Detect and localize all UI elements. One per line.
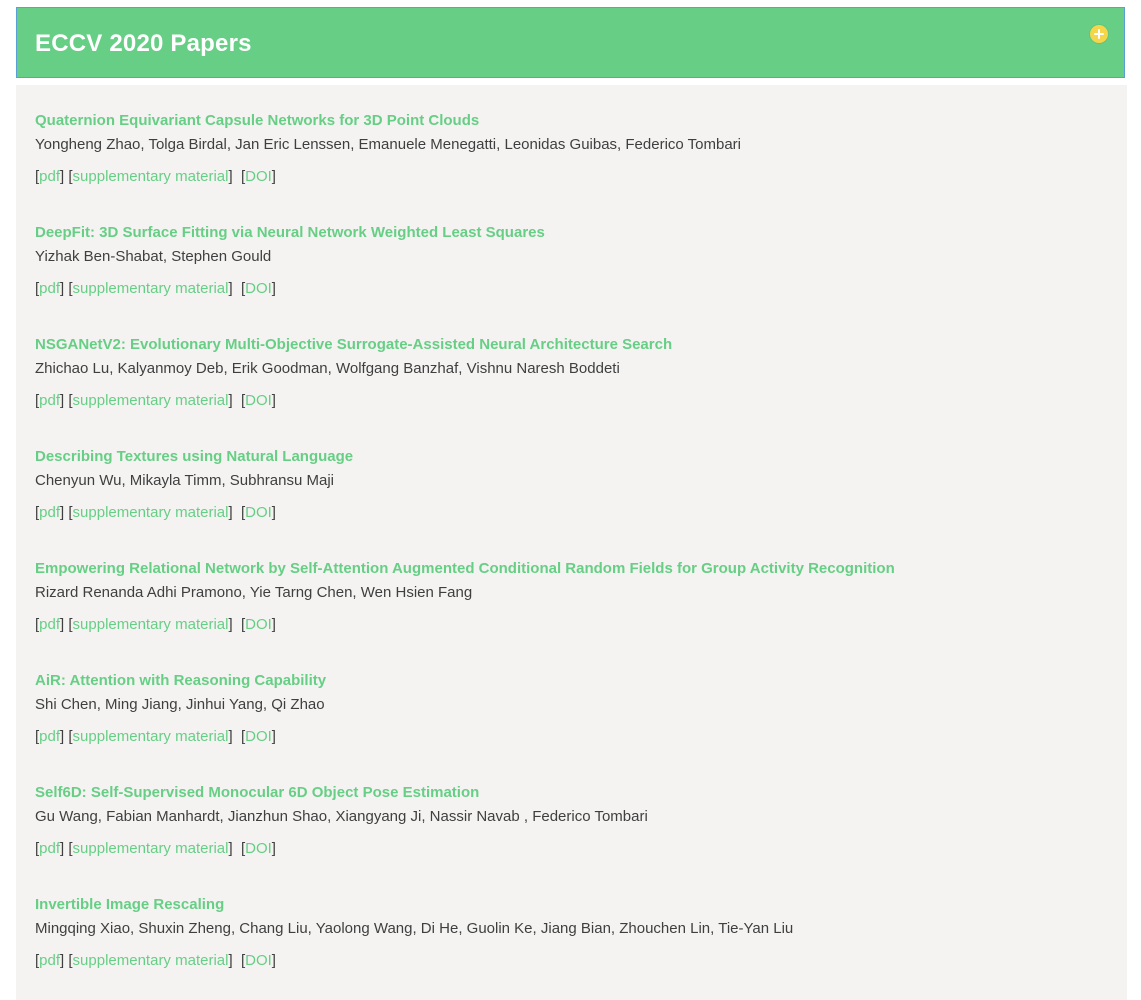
supplementary-material-link[interactable]: supplementary material xyxy=(73,616,229,633)
paper-title-link[interactable]: Describing Textures using Natural Langua… xyxy=(35,447,1095,467)
bracket: ] xyxy=(271,616,276,633)
paper-title-link[interactable]: NSGANetV2: Evolutionary Multi-Objective … xyxy=(35,335,1095,355)
bracket: ] [ xyxy=(228,504,246,521)
paper-links: [pdf] [supplementary material] [DOI] xyxy=(35,839,1095,859)
bracket: ] xyxy=(271,728,276,745)
bracket: ] [ xyxy=(60,952,73,969)
paper-list-panel: Quaternion Equivariant Capsule Networks … xyxy=(16,85,1127,1000)
bracket: ] [ xyxy=(60,840,73,857)
bracket: ] [ xyxy=(60,504,73,521)
header-bar: ECCV 2020 Papers xyxy=(16,7,1125,78)
doi-link[interactable]: DOI xyxy=(245,504,272,521)
paper-authors: Gu Wang, Fabian Manhardt, Jianzhun Shao,… xyxy=(35,808,648,825)
supplementary-material-link[interactable]: supplementary material xyxy=(73,392,229,409)
bracket: ] xyxy=(271,168,276,185)
pdf-link[interactable]: pdf xyxy=(39,280,60,297)
supplementary-material-link[interactable]: supplementary material xyxy=(73,728,229,745)
paper-item: Self6D: Self-Supervised Monocular 6D Obj… xyxy=(35,783,1095,859)
bracket: ] xyxy=(271,392,276,409)
pdf-link[interactable]: pdf xyxy=(39,952,60,969)
bracket: ] [ xyxy=(228,168,246,185)
paper-item: Invertible Image Rescaling Mingqing Xiao… xyxy=(35,895,1095,971)
paper-links: [pdf] [supplementary material] [DOI] xyxy=(35,503,1095,523)
paper-authors: Mingqing Xiao, Shuxin Zheng, Chang Liu, … xyxy=(35,920,794,937)
bracket: ] xyxy=(271,840,276,857)
bracket: ] [ xyxy=(60,168,73,185)
paper-title-link[interactable]: Empowering Relational Network by Self-At… xyxy=(35,559,1095,579)
plus-circle-icon[interactable] xyxy=(1090,25,1108,43)
pdf-link[interactable]: pdf xyxy=(39,616,60,633)
paper-links: [pdf] [supplementary material] [DOI] xyxy=(35,951,1095,971)
pdf-link[interactable]: pdf xyxy=(39,504,60,521)
bracket: ] [ xyxy=(228,952,246,969)
paper-item: Quaternion Equivariant Capsule Networks … xyxy=(35,111,1095,187)
bracket: ] [ xyxy=(228,616,246,633)
paper-title-link[interactable]: AiR: Attention with Reasoning Capability xyxy=(35,671,1095,691)
supplementary-material-link[interactable]: supplementary material xyxy=(73,504,229,521)
paper-list: Quaternion Equivariant Capsule Networks … xyxy=(16,85,1127,1000)
paper-item: DeepFit: 3D Surface Fitting via Neural N… xyxy=(35,223,1095,299)
pdf-link[interactable]: pdf xyxy=(39,728,60,745)
pdf-link[interactable]: pdf xyxy=(39,840,60,857)
paper-links: [pdf] [supplementary material] [DOI] xyxy=(35,391,1095,411)
paper-links: [pdf] [supplementary material] [DOI] xyxy=(35,727,1095,747)
bracket: ] [ xyxy=(228,840,246,857)
paper-item: Empowering Relational Network by Self-At… xyxy=(35,559,1095,635)
bracket: ] xyxy=(271,280,276,297)
paper-authors: Rizard Renanda Adhi Pramono, Yie Tarng C… xyxy=(35,584,473,601)
supplementary-material-link[interactable]: supplementary material xyxy=(73,280,229,297)
doi-link[interactable]: DOI xyxy=(245,168,272,185)
supplementary-material-link[interactable]: supplementary material xyxy=(73,952,229,969)
bracket: ] xyxy=(271,952,276,969)
bracket: ] [ xyxy=(228,280,246,297)
doi-link[interactable]: DOI xyxy=(245,952,272,969)
paper-item: NSGANetV2: Evolutionary Multi-Objective … xyxy=(35,335,1095,411)
doi-link[interactable]: DOI xyxy=(245,280,272,297)
paper-links: [pdf] [supplementary material] [DOI] xyxy=(35,279,1095,299)
page: ECCV 2020 Papers Quaternion Equivariant … xyxy=(0,0,1141,1000)
doi-link[interactable]: DOI xyxy=(245,616,272,633)
bracket: ] xyxy=(271,504,276,521)
bracket: ] [ xyxy=(60,728,73,745)
paper-item: Describing Textures using Natural Langua… xyxy=(35,447,1095,523)
page-title: ECCV 2020 Papers xyxy=(35,30,252,57)
bracket: ] [ xyxy=(60,392,73,409)
paper-authors: Chenyun Wu, Mikayla Timm, Subhransu Maji xyxy=(35,472,335,489)
bracket: ] [ xyxy=(228,728,246,745)
paper-authors: Yizhak Ben-Shabat, Stephen Gould xyxy=(35,248,272,265)
supplementary-material-link[interactable]: supplementary material xyxy=(73,840,229,857)
paper-title-link[interactable]: Self6D: Self-Supervised Monocular 6D Obj… xyxy=(35,783,1095,803)
pdf-link[interactable]: pdf xyxy=(39,392,60,409)
paper-item: AiR: Attention with Reasoning Capability… xyxy=(35,671,1095,747)
paper-links: [pdf] [supplementary material] [DOI] xyxy=(35,615,1095,635)
paper-title-link[interactable]: Quaternion Equivariant Capsule Networks … xyxy=(35,111,1095,131)
paper-title-link[interactable]: DeepFit: 3D Surface Fitting via Neural N… xyxy=(35,223,1095,243)
bracket: ] [ xyxy=(228,392,246,409)
paper-title-link[interactable]: Invertible Image Rescaling xyxy=(35,895,1095,915)
paper-authors: Yongheng Zhao, Tolga Birdal, Jan Eric Le… xyxy=(35,136,741,153)
paper-authors: Shi Chen, Ming Jiang, Jinhui Yang, Qi Zh… xyxy=(35,696,325,713)
doi-link[interactable]: DOI xyxy=(245,728,272,745)
paper-links: [pdf] [supplementary material] [DOI] xyxy=(35,167,1095,187)
paper-authors: Zhichao Lu, Kalyanmoy Deb, Erik Goodman,… xyxy=(35,360,620,377)
supplementary-material-link[interactable]: supplementary material xyxy=(73,168,229,185)
doi-link[interactable]: DOI xyxy=(245,392,272,409)
doi-link[interactable]: DOI xyxy=(245,840,272,857)
pdf-link[interactable]: pdf xyxy=(39,168,60,185)
bracket: ] [ xyxy=(60,616,73,633)
bracket: ] [ xyxy=(60,280,73,297)
